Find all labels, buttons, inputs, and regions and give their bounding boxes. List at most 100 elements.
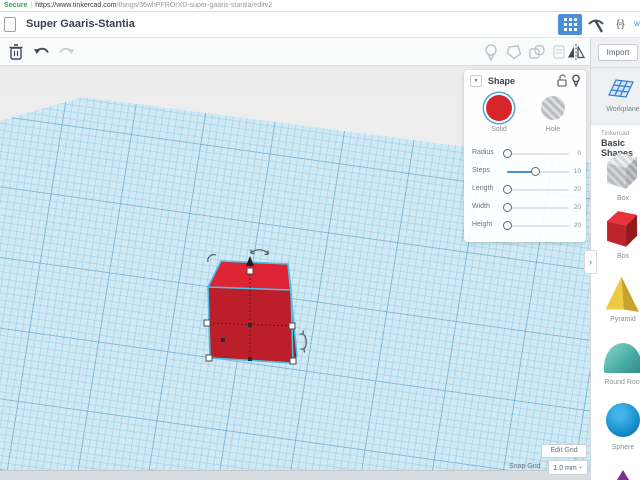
raise-handle[interactable] xyxy=(246,267,254,275)
library-brand-label: Tinkercad xyxy=(601,130,630,137)
tinkercad-logo-icon xyxy=(4,17,16,32)
radius-slider-handle[interactable] xyxy=(503,149,512,158)
steps-slider-handle[interactable] xyxy=(530,167,540,176)
length-label: Length xyxy=(472,185,494,192)
height-slider[interactable] xyxy=(503,221,569,230)
bottom-mid-dot[interactable] xyxy=(248,357,252,361)
radius-label: Radius xyxy=(472,149,494,156)
shape-item-round-roof[interactable] xyxy=(604,343,640,373)
face-center-dot[interactable] xyxy=(248,323,252,327)
height-slider-row: Height 20 xyxy=(464,217,586,235)
scale-handle-front-left[interactable] xyxy=(205,354,213,362)
undo-button[interactable] xyxy=(32,42,52,62)
sidebar-collapse-tab[interactable]: › xyxy=(584,250,597,274)
panel-collapse-button[interactable]: ▼ xyxy=(470,75,482,87)
snap-grid-value: 1.0 mm xyxy=(553,465,577,472)
snap-grid-label: Snap Grid xyxy=(509,463,541,470)
snap-grid-dropdown[interactable]: 1.0 mm ▼ xyxy=(548,460,588,475)
rotate-handle-right[interactable] xyxy=(299,330,307,353)
pin-icon xyxy=(572,74,580,88)
rotate-handle-top[interactable] xyxy=(250,249,269,256)
scale-handle-left[interactable] xyxy=(203,319,211,327)
workplane-helper-item[interactable] xyxy=(607,75,635,106)
grid-icon xyxy=(563,18,577,31)
delete-button[interactable] xyxy=(6,42,26,62)
pin-shape-button[interactable] xyxy=(571,74,581,92)
steps-slider[interactable] xyxy=(507,167,569,176)
hole-swatch-button[interactable] xyxy=(541,96,565,120)
mirror-button[interactable] xyxy=(566,42,586,62)
steps-label: Steps xyxy=(472,167,490,174)
radius-slider[interactable] xyxy=(503,149,569,158)
shape-item-sphere[interactable] xyxy=(606,403,640,437)
lock-button[interactable] xyxy=(556,74,568,92)
length-slider[interactable] xyxy=(503,185,569,194)
solid-swatch-button[interactable] xyxy=(486,95,512,121)
hole-label: Hole xyxy=(545,126,561,133)
shape-label-round-roof: Round Roof xyxy=(604,379,640,386)
viewport-3d[interactable]: ▼ Shape Solid Hole Radius 0 Steps 10 Len… xyxy=(0,66,590,480)
shape-item-hole-box[interactable] xyxy=(604,151,640,193)
length-slider-row: Length 20 xyxy=(464,181,586,199)
left-mid-dot[interactable] xyxy=(221,338,225,342)
trash-icon xyxy=(9,44,23,60)
shape-item-pyramid[interactable] xyxy=(604,275,640,317)
pin-icon xyxy=(485,43,497,62)
raise-handle-cone[interactable] xyxy=(246,256,254,266)
design-title[interactable]: Super Gaaris-Stantia xyxy=(26,18,135,30)
solid-label: Solid xyxy=(491,126,507,133)
secure-badge: Secure xyxy=(4,2,28,9)
shape-item-box[interactable] xyxy=(604,209,640,251)
steps-slider-row: Steps 10 xyxy=(464,163,586,181)
radius-slider-row: Radius 0 xyxy=(464,145,586,163)
workplane-helper-section: Workplane xyxy=(591,68,640,124)
steps-value: 10 xyxy=(573,168,581,175)
height-slider-handle[interactable] xyxy=(503,221,512,230)
editor-toolbar xyxy=(0,38,640,66)
rotate-handle-left[interactable] xyxy=(207,254,217,263)
width-slider-handle[interactable] xyxy=(503,203,512,212)
browser-address-bar[interactable]: Secure | https://www.tinkercad.com/things/… xyxy=(0,0,640,12)
scale-handle-right[interactable] xyxy=(288,322,296,330)
group-button[interactable] xyxy=(527,42,547,62)
url-domain: https://www.tinkercad.com xyxy=(35,2,117,9)
shape-script-button[interactable]: {▫} xyxy=(609,14,631,35)
height-value: 20 xyxy=(573,222,581,229)
workplane-edge xyxy=(0,470,590,480)
edit-grid-button[interactable]: Edit Grid xyxy=(541,444,587,458)
selected-box-shape[interactable] xyxy=(193,244,323,384)
shape-inspector-panel: ▼ Shape Solid Hole Radius 0 Steps 10 Len… xyxy=(464,70,586,242)
shape-label-hole-box: Box xyxy=(616,195,630,202)
workplane-tool-button[interactable] xyxy=(481,42,501,62)
clipped-edge-text: w xyxy=(634,19,640,28)
redo-button[interactable] xyxy=(56,42,76,62)
width-slider[interactable] xyxy=(503,203,569,212)
blocks-export-button[interactable] xyxy=(585,14,607,35)
shapes-library-panel: Tinkercad Basic Shapes Box Box Pyramid R… xyxy=(591,124,640,480)
undo-arrow-icon xyxy=(34,47,49,54)
unlocked-padlock-icon xyxy=(557,74,567,87)
import-button[interactable]: Import xyxy=(598,44,638,61)
url-separator: | xyxy=(30,2,33,9)
code-braces-icon: {▫} xyxy=(616,19,624,30)
length-slider-handle[interactable] xyxy=(503,185,512,194)
tinkercad-editor: { "browser": { "secure_label": "Secure",… xyxy=(0,0,640,480)
length-value: 20 xyxy=(573,186,581,193)
scale-handle-front-right[interactable] xyxy=(289,357,297,365)
editor-3d-view-button[interactable] xyxy=(558,14,582,35)
width-slider-row: Width 20 xyxy=(464,199,586,217)
redo-arrow-icon xyxy=(59,47,74,54)
shape-label-box: Box xyxy=(616,253,630,260)
workplane-grid-icon xyxy=(608,79,634,98)
width-label: Width xyxy=(472,203,490,210)
workplane-item-label: Workplane xyxy=(606,106,640,113)
shape-item-next-partial[interactable] xyxy=(617,470,629,480)
pickaxe-icon xyxy=(588,18,604,33)
shape-outline-button[interactable] xyxy=(504,42,524,62)
panel-title: Shape xyxy=(488,76,516,86)
import-section: Import xyxy=(591,38,640,68)
ungroup-icon xyxy=(553,45,565,59)
shape-label-sphere: Sphere xyxy=(611,444,635,451)
url-path: /things/36whPFROrXD-super-gaaris-stantia… xyxy=(116,2,273,9)
shapes-sidebar: Import Workplane Tinkercad Basic Shapes … xyxy=(590,38,640,480)
